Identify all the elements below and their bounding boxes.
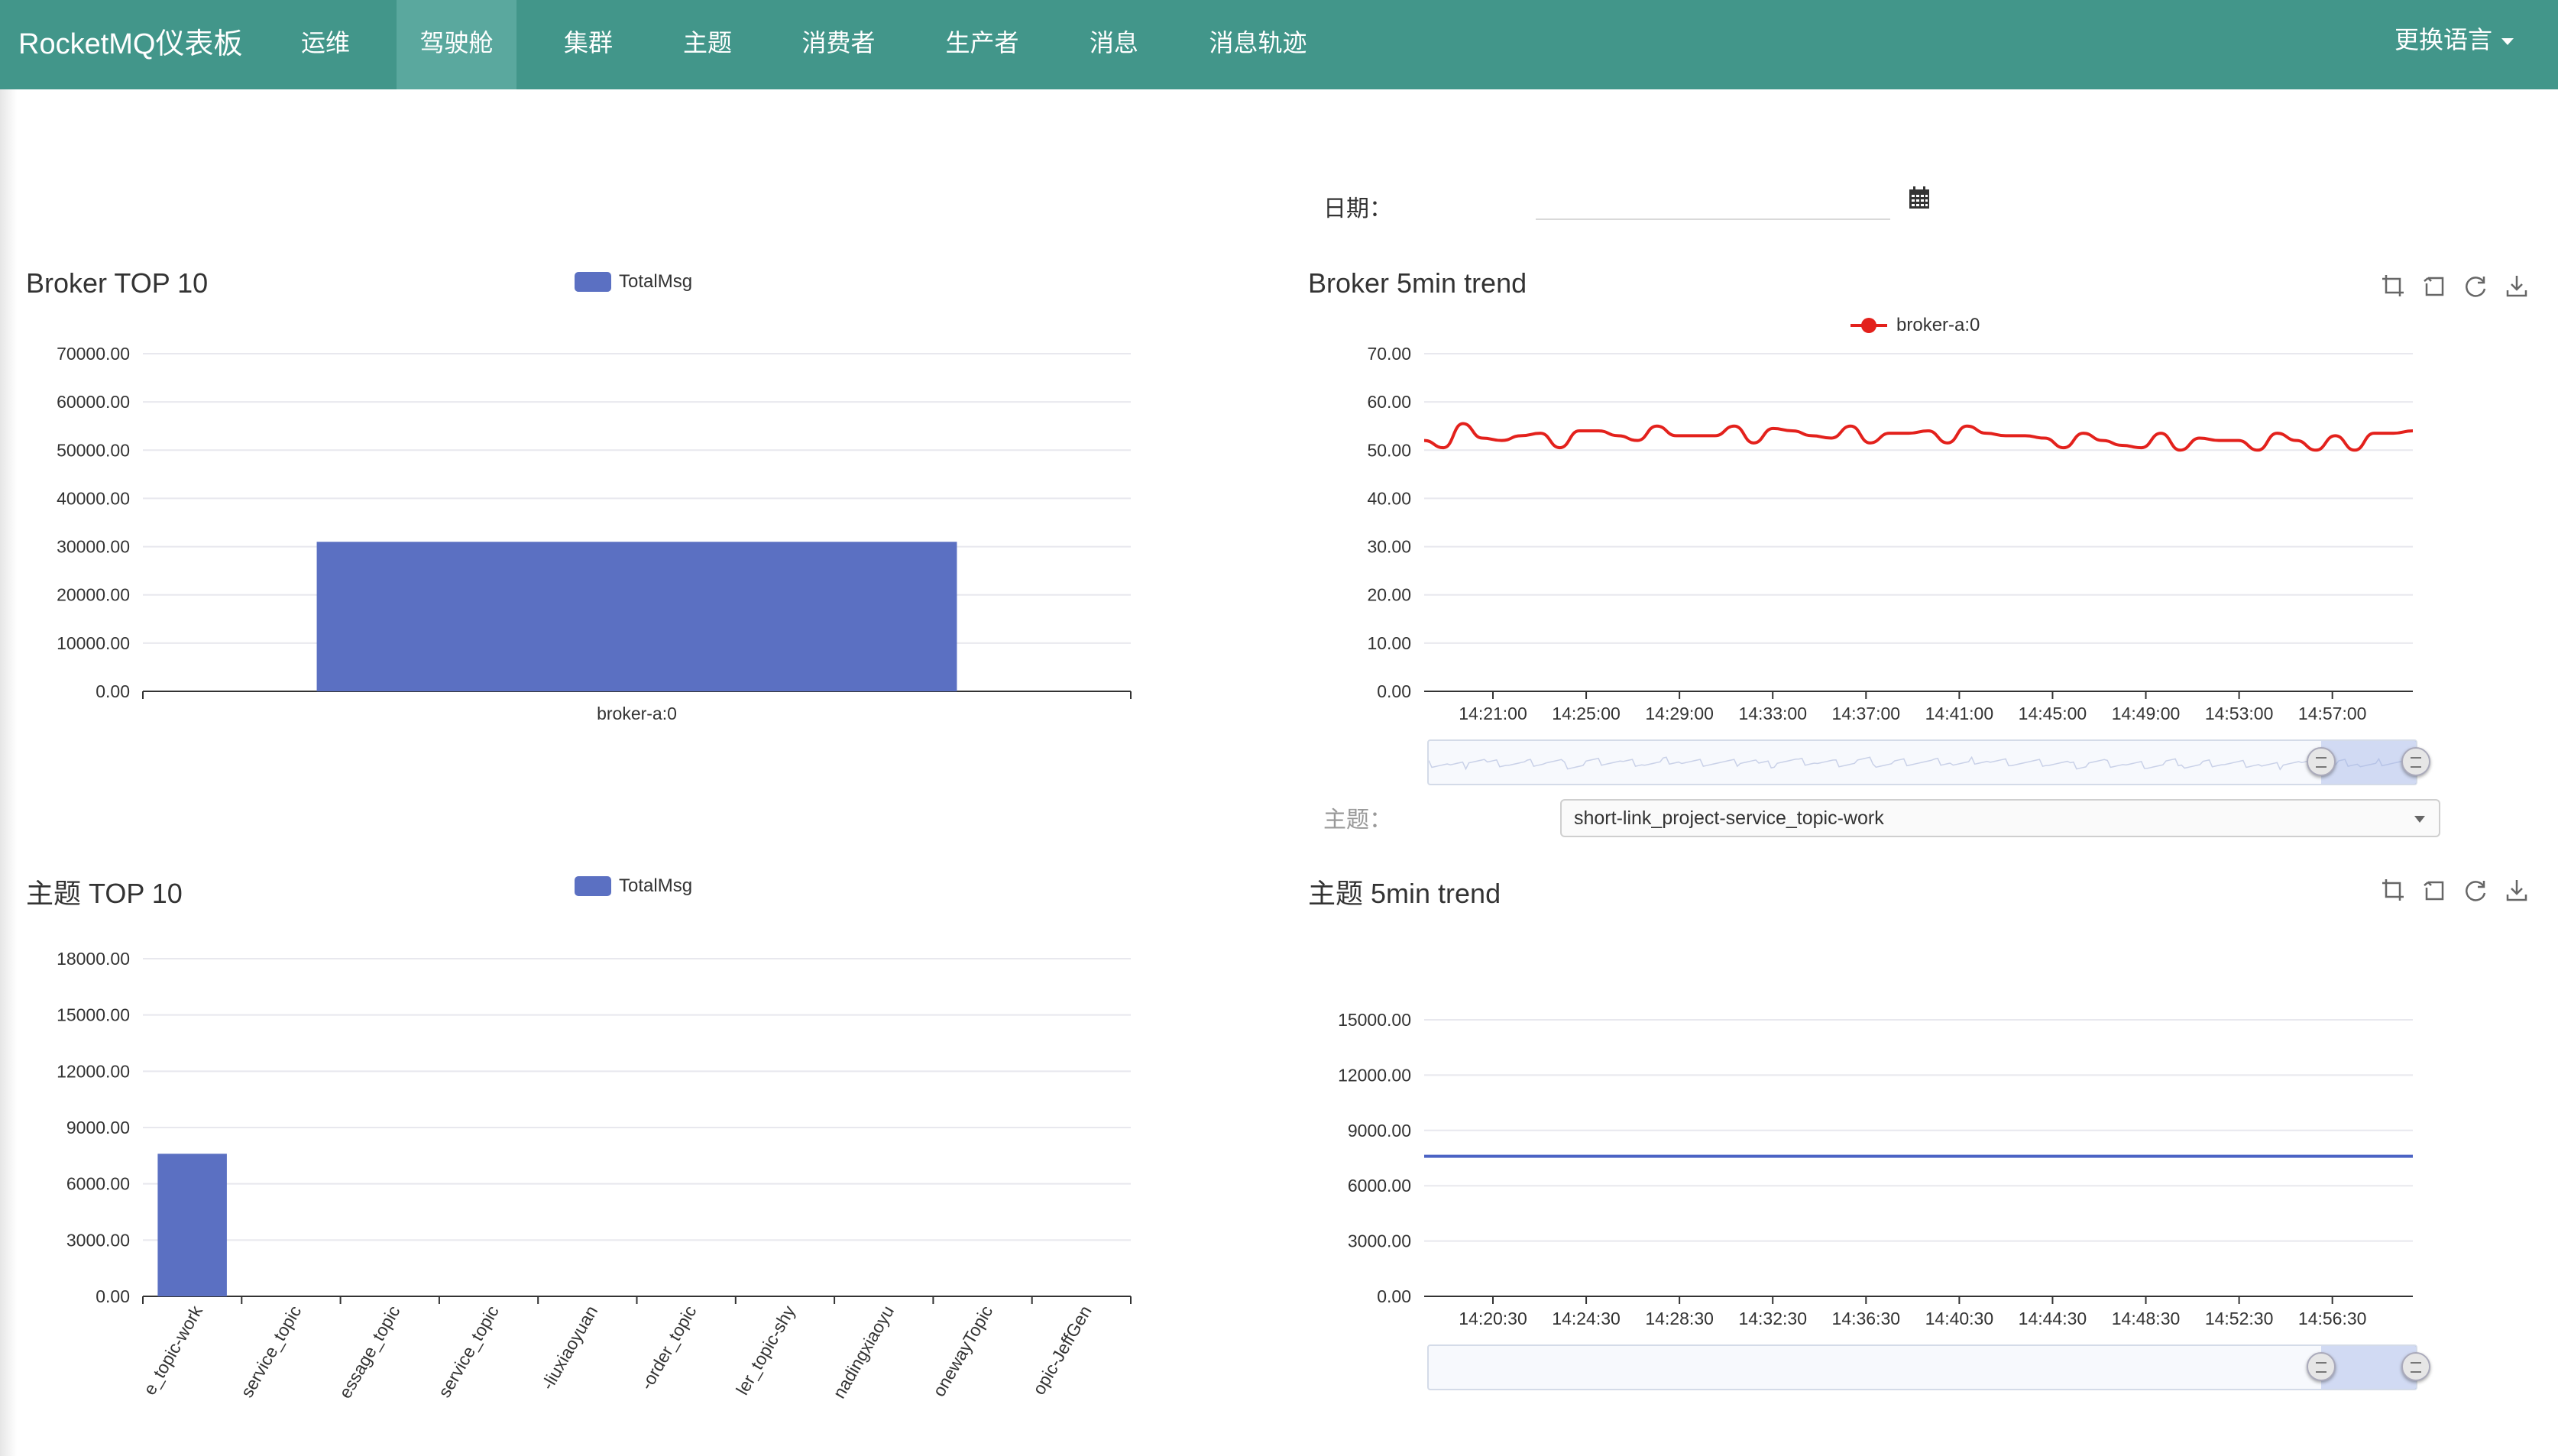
broker-trend-y-tick-label: 0.00 <box>1377 681 1411 701</box>
broker-trend-series-line <box>1423 422 2414 452</box>
broker-trend-x-tick-label: 14:25:00 <box>1552 704 1621 723</box>
topic-top10-y-tick-label: 0.00 <box>96 1286 130 1306</box>
topic-top10-x-tick-label: ler_topic-shy <box>732 1302 799 1398</box>
broker-trend-y-tick-label: 10.00 <box>1367 633 1411 653</box>
broker-trend-y-tick-label: 70.00 <box>1367 344 1411 364</box>
broker-top10-y-tick-label: 50000.00 <box>57 440 130 460</box>
topic-trend-x-tick-label: 14:24:30 <box>1552 1309 1621 1328</box>
broker-trend-y-tick-label: 60.00 <box>1367 392 1411 412</box>
topic-trend-x-tick-label: 14:48:30 <box>2112 1309 2181 1328</box>
broker-trend-x-tick-label: 14:21:00 <box>1459 704 1527 723</box>
broker-trend-x-tick-label: 14:33:00 <box>1738 704 1807 723</box>
broker-trend-x-tick-label: 14:41:00 <box>1925 704 1994 723</box>
topic-top10-x-tick-label: nadingxiaoyu <box>829 1302 898 1402</box>
broker-trend-y-tick-label: 30.00 <box>1367 537 1411 557</box>
topic-top10-bar <box>157 1153 227 1296</box>
topic-top10-y-tick-label: 3000.00 <box>66 1230 130 1250</box>
topic-trend-x-tick-label: 14:56:30 <box>2298 1309 2367 1328</box>
topic-top10-y-tick-label: 15000.00 <box>57 1005 130 1025</box>
topic-trend-x-tick-label: 14:20:30 <box>1459 1309 1527 1328</box>
topic-top10-x-tick-label: -liuxiaoyuan <box>537 1302 601 1393</box>
broker-trend-x-tick-label: 14:45:00 <box>2019 704 2087 723</box>
topic-trend-y-tick-label: 15000.00 <box>1338 1010 1411 1030</box>
broker-trend-x-tick-label: 14:57:00 <box>2298 704 2367 723</box>
broker-top10-x-tick-label: broker-a:0 <box>597 704 677 723</box>
topic-trend-y-tick-label: 6000.00 <box>1348 1176 1411 1196</box>
broker-trend-x-tick-label: 14:29:00 <box>1645 704 1714 723</box>
topic-top10-y-tick-label: 6000.00 <box>66 1174 130 1194</box>
broker-top10-y-tick-label: 40000.00 <box>57 488 130 508</box>
broker-top10-y-tick-label: 0.00 <box>96 681 130 701</box>
topic-top10-x-tick-label: essage_topic <box>335 1302 403 1402</box>
topic-trend-x-tick-label: 14:28:30 <box>1645 1309 1714 1328</box>
broker-top10-y-tick-label: 20000.00 <box>57 585 130 605</box>
topic-top10-y-tick-label: 12000.00 <box>57 1061 130 1081</box>
topic-top10-y-tick-label: 9000.00 <box>66 1118 130 1137</box>
broker-top10-y-tick-label: 10000.00 <box>57 633 130 653</box>
broker-trend-x-tick-label: 14:53:00 <box>2205 704 2274 723</box>
broker-trend-y-tick-label: 20.00 <box>1367 585 1411 605</box>
topic-top10-x-tick-label: e_topic-work <box>139 1302 206 1398</box>
dashboard-charts: 0.00 10000.00 20000.00 30000.00 40000.00 5000… <box>57 344 2414 1402</box>
topic-trend-y-tick-label: 0.00 <box>1377 1286 1411 1306</box>
topic-top10-x-tick-label: -order_topic <box>636 1302 701 1393</box>
topic-trend-y-tick-label: 12000.00 <box>1338 1065 1411 1085</box>
topic-top10-y-tick-label: 18000.00 <box>57 949 130 969</box>
topic-top10-x-tick-label: service_topic <box>434 1302 503 1401</box>
topic-trend-x-tick-label: 14:52:30 <box>2205 1309 2274 1328</box>
topic-trend-y-tick-label: 3000.00 <box>1348 1231 1411 1251</box>
broker-trend-y-tick-label: 40.00 <box>1367 488 1411 508</box>
topic-trend-x-tick-label: 14:40:30 <box>1925 1309 1994 1328</box>
topic-trend-y-tick-label: 9000.00 <box>1348 1121 1411 1141</box>
broker-trend-x-tick-label: 14:37:00 <box>1832 704 1901 723</box>
topic-top10-x-tick-label: service_topic <box>237 1302 306 1401</box>
broker-trend-x-tick-label: 14:49:00 <box>2112 704 2181 723</box>
broker-top10-y-tick-label: 70000.00 <box>57 344 130 364</box>
broker-trend-y-tick-label: 50.00 <box>1367 440 1411 460</box>
broker-top10-y-tick-label: 30000.00 <box>57 537 130 557</box>
topic-trend-x-tick-label: 14:44:30 <box>2019 1309 2087 1328</box>
topic-trend-x-tick-label: 14:32:30 <box>1738 1309 1807 1328</box>
broker-top10-y-tick-label: 60000.00 <box>57 392 130 412</box>
broker-top10-bar <box>316 542 957 691</box>
topic-top10-x-tick-label: opic-JeffGen <box>1028 1302 1096 1399</box>
topic-trend-x-tick-label: 14:36:30 <box>1832 1309 1901 1328</box>
topic-top10-x-tick-label: onewayTopic <box>928 1302 996 1400</box>
